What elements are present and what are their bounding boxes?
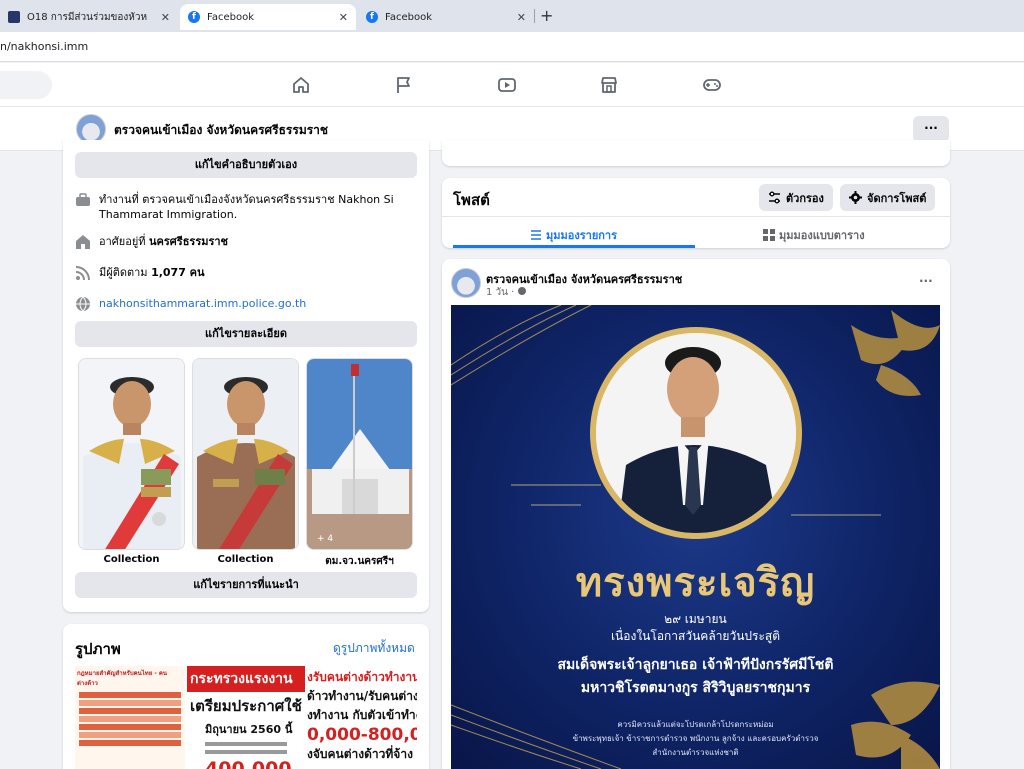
thumb-heading: กฎหมายสำคัญสำหรับคนไทย - คนต่างด้าว: [77, 670, 168, 687]
work-info: ทำงานที่ ตรวจคนเข้าเมืองจังหวัดนครศรีธรร…: [75, 192, 405, 222]
tab-title: O18 การมีส่วนร่วมของหัวหน้าตรวจคนเข้าเมื…: [27, 11, 147, 23]
featured-label-3: ตม.จว.นครศรีฯ: [325, 556, 394, 567]
more-options-button[interactable]: ···: [913, 116, 949, 142]
banner-decoration: [451, 305, 940, 769]
manage-posts-button[interactable]: จัดการโพสต์: [840, 184, 936, 211]
lives-prefix: อาศัยอยู่ที่: [99, 235, 150, 248]
manage-posts-label: จัดการโพสต์: [867, 191, 927, 205]
post-author-avatar[interactable]: [451, 268, 481, 298]
active-tab-indicator: [453, 245, 695, 248]
see-all-photos-link[interactable]: ดูรูปภาพทั้งหมด: [333, 639, 415, 658]
grid-view-label: มุมมองแบบตาราง: [779, 229, 865, 242]
photo-thumbnail-3[interactable]: งรับคนต่างด้าวทำงาน ด้าวทำงาน/รับคนต่างด…: [307, 666, 417, 769]
thumb-text: งทำงาน กับตัวเข้าทำงาน: [307, 708, 417, 722]
close-tab-icon[interactable]: ✕: [517, 11, 526, 24]
browser-tab-2[interactable]: f Facebook ✕: [180, 4, 356, 30]
post-image[interactable]: ทรงพระเจริญ ๒๙ เมษายน เนื่องในโอกาสวันคล…: [451, 305, 940, 769]
gaming-icon[interactable]: [702, 75, 722, 95]
featured-label-2: Collection: [217, 554, 274, 565]
banner-occasion: เนื่องในโอกาสวันคล้ายวันประสูติ: [610, 629, 781, 643]
tab-separator: [534, 9, 535, 23]
browser-tab-3[interactable]: f Facebook ✕: [358, 4, 534, 30]
thumb-text: กระทรวงแรงงาน: [187, 666, 305, 692]
browser-tab-1[interactable]: O18 การมีส่วนร่วมของหัวหน้าตรวจคนเข้าเมื…: [0, 4, 178, 30]
globe-icon: [75, 296, 91, 312]
thumb-text: งจับคนต่างด้าวที่จ้าง 1 คน: [307, 747, 417, 761]
grid-icon: [763, 229, 775, 241]
facebook-top-nav: [0, 63, 1024, 107]
tab-title: Facebook: [207, 11, 254, 23]
filter-icon: [769, 191, 780, 204]
posts-title: โพสต์: [453, 191, 490, 209]
thumb-text: มิถุนายน 2560 นี้: [205, 723, 293, 736]
thumb-text: 400,000: [205, 758, 292, 769]
close-tab-icon[interactable]: ✕: [339, 11, 348, 24]
officer-portrait-image: [79, 359, 184, 549]
followers-count: 1,077 คน: [151, 266, 205, 279]
gear-icon: [849, 191, 862, 204]
featured-collection-1[interactable]: [78, 358, 185, 550]
officer-portrait-image: [193, 359, 298, 549]
list-view-label: มุมมองรายการ: [546, 229, 618, 242]
facebook-icon: f: [188, 11, 200, 23]
photo-thumbnail-2[interactable]: กระทรวงแรงงาน เตรียมประกาศใช้ มิถุนายน 2…: [187, 666, 305, 769]
briefcase-icon: [75, 192, 91, 208]
home-icon[interactable]: [291, 75, 311, 95]
browser-tab-bar: O18 การมีส่วนร่วมของหัวหน้าตรวจคนเข้าเมื…: [0, 0, 1024, 32]
video-icon[interactable]: [497, 75, 517, 95]
thumb-text: เตรียมประกาศใช้: [190, 697, 302, 715]
tab-grid-view[interactable]: มุมมองแบบตาราง: [763, 226, 865, 244]
work-prefix: ทำงานที่: [99, 193, 143, 206]
tab-title: Facebook: [385, 11, 432, 23]
banner-name-1: สมเด็จพระเจ้าลูกยาเธอ เจ้าฟ้าทีปังกรรัศม…: [557, 657, 834, 673]
post-options-button[interactable]: ···: [919, 274, 933, 288]
photos-title: รูปภาพ: [75, 640, 121, 658]
page-name[interactable]: ตรวจคนเข้าเมือง จังหวัดนครศรีธรรมราช: [114, 121, 328, 140]
banner-signers: ข้าพระพุทธเจ้า ข้าราชการตำรวจ พนักงาน ลู…: [572, 734, 819, 743]
search-input[interactable]: [0, 71, 52, 99]
post-timestamp[interactable]: 1 วัน ·: [486, 285, 526, 300]
filter-button[interactable]: ตัวกรอง: [759, 184, 833, 211]
featured-collection-3[interactable]: + 4: [306, 358, 413, 550]
thumb-text: งรับคนต่างด้าวทำงาน: [307, 670, 417, 684]
banner-note: ควรมิควรแล้วแต่จะโปรดเกล้าโปรดกระหม่อม: [617, 720, 774, 729]
close-tab-icon[interactable]: ✕: [161, 11, 170, 24]
thumb-text: ด้าวทำงาน/รับคนต่างด้าว: [307, 689, 417, 703]
edit-details-button[interactable]: แก้ไขรายละเอียด: [75, 321, 417, 347]
globe-icon: [517, 287, 526, 295]
photo-thumbnail-1[interactable]: กฎหมายสำคัญสำหรับคนไทย - คนต่างด้าว: [75, 666, 185, 769]
followers-info: มีผู้ติดตาม 1,077 คน: [75, 265, 405, 281]
banner-name-2: มหาวชิโรตตมางกูร สิริวิบูลยราชกุมาร: [580, 680, 811, 696]
banner-headline: ทรงพระเจริญ: [575, 560, 816, 606]
immigration-icon: [8, 11, 20, 23]
building-image: + 4: [307, 359, 412, 549]
new-tab-icon[interactable]: +: [540, 6, 553, 25]
composer-card: [442, 140, 950, 166]
facebook-icon: f: [366, 11, 378, 23]
featured-collection-2[interactable]: [192, 358, 299, 550]
url-text[interactable]: n/nakhonsi.imm: [0, 40, 88, 53]
work-place[interactable]: ตรวจคนเข้าเมืองจังหวัดนครศรีธรรมราช Nakh…: [99, 193, 394, 221]
lives-place[interactable]: นครศรีธรรมราช: [149, 235, 228, 248]
featured-label-1: Collection: [103, 554, 160, 565]
more-photos-count: + 4: [317, 534, 333, 544]
divider: [442, 216, 950, 217]
website-link[interactable]: nakhonsithammarat.imm.police.go.th: [99, 296, 306, 311]
thumb-text: 0,000-800,0: [307, 725, 417, 745]
flag-icon[interactable]: [394, 75, 414, 95]
edit-bio-button[interactable]: แก้ไขคำอธิบายตัวเอง: [75, 152, 417, 178]
filter-label: ตัวกรอง: [786, 191, 824, 205]
home-icon: [75, 234, 91, 250]
list-icon: [531, 230, 541, 240]
rss-icon: [75, 265, 91, 281]
followers-prefix: มีผู้ติดตาม: [99, 266, 152, 279]
marketplace-icon[interactable]: [599, 75, 619, 95]
edit-featured-button[interactable]: แก้ไขรายการที่แนะนำ: [75, 572, 417, 598]
banner-org: สำนักงานตำรวจแห่งชาติ: [652, 748, 739, 757]
website-info: nakhonsithammarat.imm.police.go.th: [75, 296, 405, 312]
address-bar[interactable]: n/nakhonsi.imm: [0, 32, 1024, 62]
lives-info: อาศัยอยู่ที่ นครศรีธรรมราช: [75, 234, 405, 250]
tab-list-view[interactable]: มุมมองรายการ: [530, 226, 617, 244]
